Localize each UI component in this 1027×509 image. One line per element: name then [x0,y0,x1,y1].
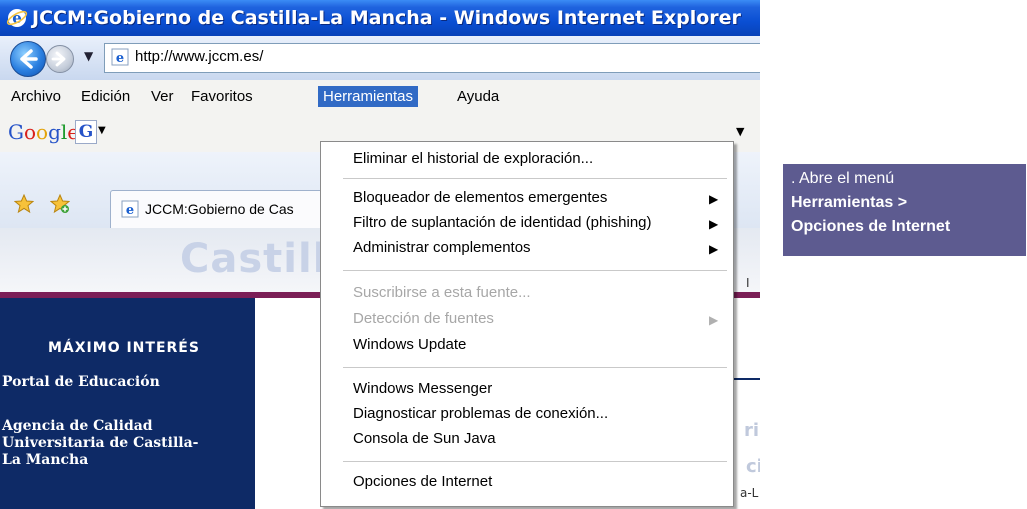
menu-edicion[interactable]: Edición [76,86,135,107]
ie-logo-icon: e [6,9,28,27]
menu-separator [343,367,727,368]
menu-item-windows-update[interactable]: Windows Update [353,336,466,353]
tab-label: JCCM:Gobierno de Cas [145,201,294,217]
url-text: http://www.jccm.es/ [135,48,264,65]
menu-item-windows-messenger[interactable]: Windows Messenger [353,380,492,397]
content-divider [730,378,760,380]
back-arrow-icon [20,49,38,69]
callout-line-2: Herramientas > [791,194,908,211]
window-title: JCCM:Gobierno de Castilla-La Mancha - Wi… [32,7,741,29]
address-bar: ▼ e http://www.jccm.es/ [0,36,760,81]
menu-separator [343,461,727,462]
google-logo: Google [8,120,80,144]
google-search-button[interactable]: G [75,120,97,144]
menu-item-bloqueador-emergentes[interactable]: Bloqueador de elementos emergentes [353,189,607,206]
forward-button[interactable] [46,45,74,73]
content-text-fragment: ci [746,456,760,477]
submenu-arrow-icon: ▶ [709,242,719,256]
menu-ayuda[interactable]: Ayuda [452,86,504,107]
content-text-fragment: a-L [740,486,759,500]
address-field[interactable]: e http://www.jccm.es/ [104,43,760,73]
forward-arrow-icon [51,51,66,67]
svg-text:e: e [126,203,134,218]
sidebar-heading: MÁXIMO INTERÉS [48,340,200,356]
menu-favoritos[interactable]: Favoritos [186,86,258,107]
tools-dropdown-menu: Eliminar el historial de exploración... … [320,141,734,507]
submenu-arrow-icon: ▶ [709,217,719,231]
back-button[interactable] [10,41,46,77]
menu-archivo[interactable]: Archivo [6,86,66,107]
google-dropdown-icon[interactable]: ▼ [98,125,106,136]
browser-tab[interactable]: e JCCM:Gobierno de Cas [110,190,352,229]
site-sidebar: MÁXIMO INTERÉS Portal de Educación Agenc… [0,298,255,509]
banner-text: Castill [180,236,328,282]
menu-item-deteccion-fuentes: Detección de fuentes [353,310,494,327]
menu-item-eliminar-historial[interactable]: Eliminar el historial de exploración... [353,150,593,167]
title-bar: e JCCM:Gobierno de Castilla-La Mancha - … [0,0,760,36]
add-favorite-icon[interactable] [50,194,70,214]
favorites-star-icon[interactable] [14,194,34,214]
sidebar-link-portal-educacion[interactable]: Portal de Educación [2,374,160,391]
callout-line-1: . Abre el menú [791,170,895,187]
menu-item-opciones-internet[interactable]: Opciones de Internet [353,473,492,490]
submenu-arrow-icon: ▶ [709,313,719,327]
menu-separator [343,178,727,179]
banner-right-text: I [746,276,750,290]
ie-page-icon: e [121,200,139,218]
menu-bar: Archivo Edición Ver Favoritos Herramient… [0,80,760,114]
menu-ver[interactable]: Ver [146,86,179,107]
instruction-callout: . Abre el menú Herramientas > Opciones d… [783,164,1026,256]
svg-text:e: e [116,51,124,66]
sidebar-link-agencia-calidad[interactable]: Agencia de Calidad Universitaria de Cast… [2,418,198,469]
ie-window-screenshot: e JCCM:Gobierno de Castilla-La Mancha - … [0,0,760,509]
toolbar-dropdown-icon[interactable]: ▼ [736,125,744,138]
recent-pages-dropdown-icon[interactable]: ▼ [84,49,93,63]
callout-line-3: Opciones de Internet [791,218,951,235]
menu-herramientas[interactable]: Herramientas [318,86,419,107]
submenu-arrow-icon: ▶ [709,192,719,206]
menu-item-suscribirse-fuente: Suscribirse a esta fuente... [353,284,531,301]
menu-item-filtro-phishing[interactable]: Filtro de suplantación de identidad (phi… [353,214,652,231]
ie-page-icon: e [111,48,129,66]
menu-item-consola-sun-java[interactable]: Consola de Sun Java [353,430,496,447]
menu-item-administrar-complementos[interactable]: Administrar complementos [353,239,531,256]
menu-separator [343,270,727,271]
menu-item-diagnosticar-conexion[interactable]: Diagnosticar problemas de conexión... [353,405,608,422]
content-text-fragment: ri [744,420,760,441]
